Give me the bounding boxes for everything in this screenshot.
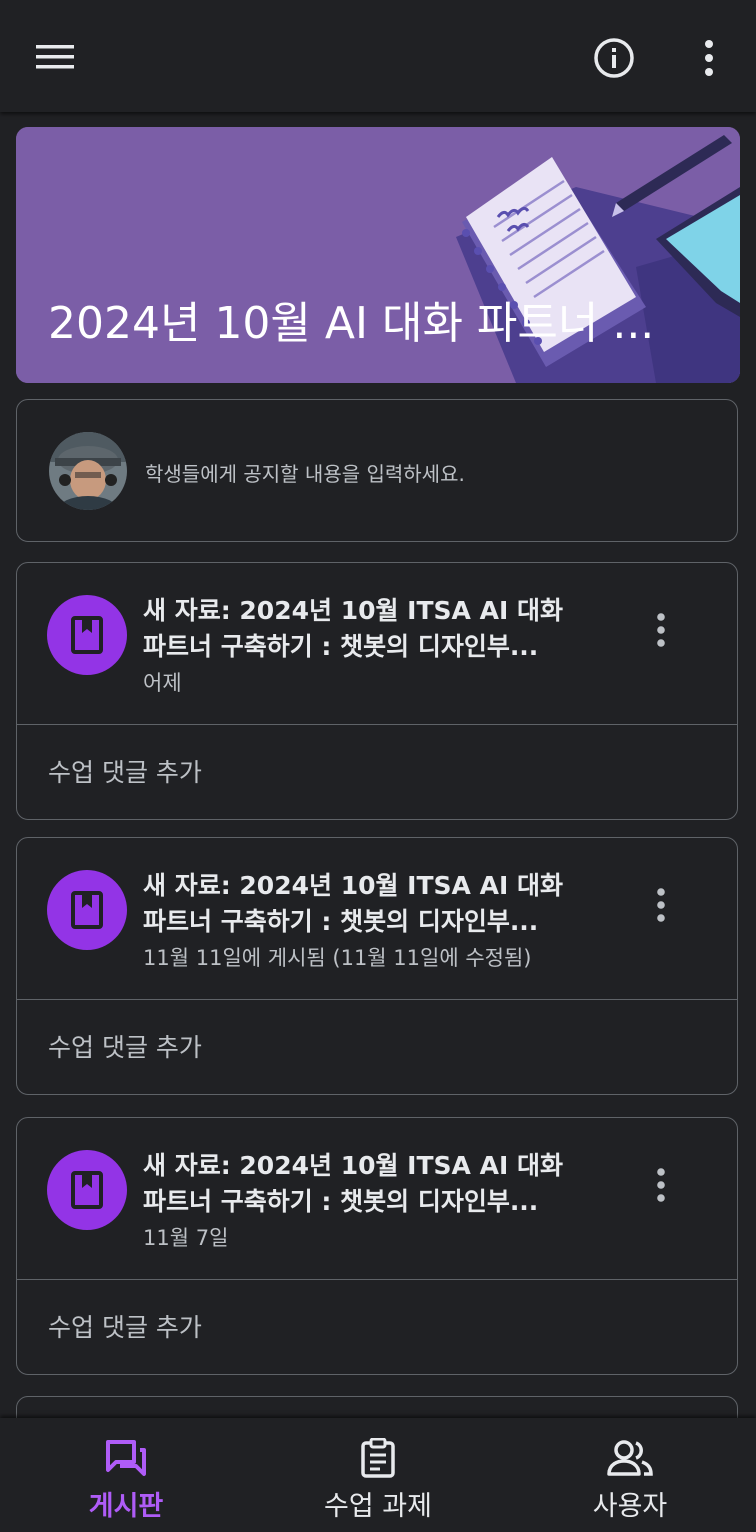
post-options-button[interactable] <box>641 605 681 655</box>
divider <box>17 999 737 1000</box>
post-date: 어제 <box>143 671 182 695</box>
stream-icon <box>106 1440 146 1476</box>
menu-icon <box>36 45 74 69</box>
divider <box>17 1279 737 1280</box>
classwork-icon <box>361 1438 395 1478</box>
more-vert-icon <box>657 613 665 647</box>
announcement-composer[interactable]: 학생들에게 공지할 내용을 입력하세요. <box>16 399 738 542</box>
add-class-comment[interactable]: 수업 댓글 추가 <box>48 1028 202 1064</box>
post-options-button[interactable] <box>641 880 681 930</box>
book-icon <box>71 616 103 654</box>
nav-classwork-label: 수업 과제 <box>324 1491 432 1522</box>
stream-post[interactable]: 새 자료: 2024년 10월 ITSA AI 대화 파트너 구축하기 : 챗봇… <box>16 1117 738 1375</box>
people-icon <box>607 1440 653 1476</box>
material-icon-circle <box>47 595 127 675</box>
menu-button[interactable] <box>30 32 80 82</box>
material-icon-circle <box>47 870 127 950</box>
class-banner[interactable]: 2024년 10월 AI 대화 파트너 ... <box>16 127 740 383</box>
info-icon <box>594 38 634 78</box>
divider <box>17 724 737 725</box>
post-date: 11월 7일 <box>143 1226 229 1250</box>
add-class-comment[interactable]: 수업 댓글 추가 <box>48 753 202 789</box>
class-title: 2024년 10월 AI 대화 파트너 ... <box>48 298 655 349</box>
post-title[interactable]: 새 자료: 2024년 10월 ITSA AI 대화 파트너 구축하기 : 챗봇… <box>143 1148 613 1220</box>
bottom-navigation: 게시판 수업 과제 사용자 <box>0 1418 756 1532</box>
post-title[interactable]: 새 자료: 2024년 10월 ITSA AI 대화 파트너 구축하기 : 챗봇… <box>143 868 613 940</box>
more-vert-icon <box>657 888 665 922</box>
more-vert-icon <box>657 1168 665 1202</box>
book-icon <box>71 1171 103 1209</box>
material-icon-circle <box>47 1150 127 1230</box>
more-options-button[interactable] <box>684 32 734 84</box>
nav-stream-label: 게시판 <box>88 1491 164 1522</box>
nav-people-label: 사용자 <box>592 1491 668 1522</box>
post-date: 11월 11일에 게시됨 (11월 11일에 수정됨) <box>143 946 532 970</box>
post-options-button[interactable] <box>641 1160 681 1210</box>
announcement-placeholder[interactable]: 학생들에게 공지할 내용을 입력하세요. <box>145 458 465 487</box>
stream-post[interactable]: 새 자료: 2024년 10월 ITSA AI 대화 파트너 구축하기 : 챗봇… <box>16 837 738 1095</box>
nav-people[interactable]: 사용자 <box>504 1418 756 1532</box>
post-title[interactable]: 새 자료: 2024년 10월 ITSA AI 대화 파트너 구축하기 : 챗봇… <box>143 593 613 665</box>
top-app-bar <box>0 0 756 112</box>
book-icon <box>71 891 103 929</box>
add-class-comment[interactable]: 수업 댓글 추가 <box>48 1308 202 1344</box>
more-vert-icon <box>705 40 713 76</box>
nav-stream[interactable]: 게시판 <box>0 1418 252 1532</box>
avatar <box>49 432 127 510</box>
stream-post[interactable]: 새 자료: 2024년 10월 ITSA AI 대화 파트너 구축하기 : 챗봇… <box>16 562 738 820</box>
info-button[interactable] <box>588 32 640 84</box>
nav-classwork[interactable]: 수업 과제 <box>252 1418 504 1532</box>
